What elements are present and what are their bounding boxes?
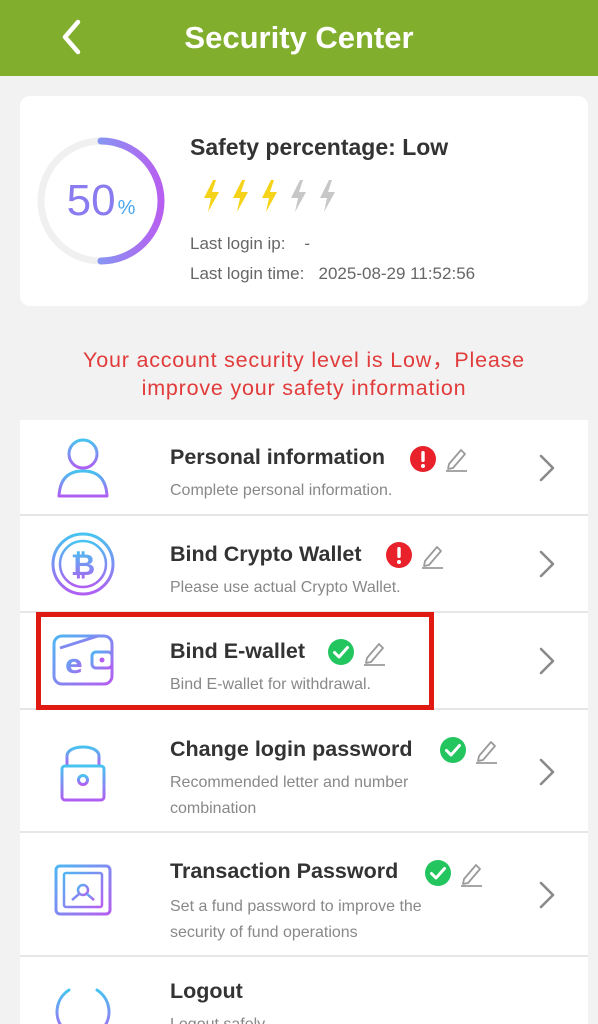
top-bar: Security Center <box>0 0 598 76</box>
edit-pencil-icon[interactable] <box>459 861 483 887</box>
bolt-lit-icon <box>262 180 277 212</box>
power-icon <box>55 978 111 1024</box>
edit-pencil-icon[interactable] <box>420 543 444 569</box>
menu-item-title: Logout <box>170 979 243 1003</box>
user-icon <box>57 438 109 498</box>
chevron-right-icon[interactable] <box>538 646 556 676</box>
menu-item-logout[interactable]: Logout Logout safely <box>20 957 588 1024</box>
highlight-box <box>36 612 434 710</box>
bolt-dim-icon <box>291 180 306 212</box>
security-warning-line-2: improve your safety information <box>141 376 467 400</box>
safe-icon <box>54 864 112 922</box>
menu-item-change-login-password[interactable]: Change login password Recommended letter… <box>20 710 588 833</box>
bolt-lit-icon <box>204 180 219 212</box>
last-login-time: Last login time: 2025-08-29 11:52:56 <box>190 264 476 283</box>
safety-level-label: Safety percentage: Low <box>190 134 449 160</box>
menu-item-title: Change login password <box>170 737 413 761</box>
safety-bolt-rating <box>202 180 347 212</box>
bolt-lit-icon <box>233 180 248 212</box>
menu-item-description: Please use actual Crypto Wallet. <box>170 579 401 596</box>
bitcoin-icon: ₿ <box>51 532 115 596</box>
safety-percent-sign: % <box>117 196 136 219</box>
menu-item-bind-crypto-wallet[interactable]: ₿ Bind Crypto Wallet Please use actual C… <box>20 516 588 613</box>
svg-text:₿: ₿ <box>71 548 95 583</box>
edit-pencil-icon[interactable] <box>444 446 468 472</box>
chevron-right-icon[interactable] <box>538 453 556 483</box>
edit-pencil-icon[interactable] <box>474 738 498 764</box>
security-warning: Your account security level is Low，Pleas… <box>20 346 588 402</box>
chevron-right-icon[interactable] <box>538 880 556 910</box>
menu-item-description: Logout safely <box>170 1012 265 1024</box>
alert-icon <box>410 446 436 472</box>
menu-item-description: Set a fund password to improve the secur… <box>170 898 422 941</box>
safety-percent-value: 50 <box>66 176 116 225</box>
menu-item-description: Complete personal information. <box>170 482 393 499</box>
check-icon <box>440 737 466 763</box>
menu-item-description: Recommended letter and number combinatio… <box>170 774 409 817</box>
chevron-right-icon[interactable] <box>538 549 556 579</box>
menu-item-transaction-password[interactable]: Transaction Password Set a fund password… <box>20 833 588 957</box>
check-icon <box>425 860 451 886</box>
alert-icon <box>386 542 412 568</box>
menu-item-title: Personal information <box>170 445 386 469</box>
safety-percent: 50 % <box>34 134 168 268</box>
security-warning-line-1: Your account security level is Low，Pleas… <box>83 348 525 372</box>
back-arrow-icon[interactable] <box>56 14 92 60</box>
menu-item-personal-information[interactable]: Personal information Complete personal i… <box>20 420 588 516</box>
menu-item-title: Bind Crypto Wallet <box>170 542 362 566</box>
lock-icon <box>60 745 106 802</box>
chevron-right-icon[interactable] <box>538 757 556 787</box>
bolt-dim-icon <box>320 180 335 212</box>
security-summary-card: 50 % Safety percentage: Low Last login i… <box>20 96 588 306</box>
menu-item-title: Transaction Password <box>170 859 399 883</box>
last-login-ip: Last login ip: - <box>190 234 311 253</box>
